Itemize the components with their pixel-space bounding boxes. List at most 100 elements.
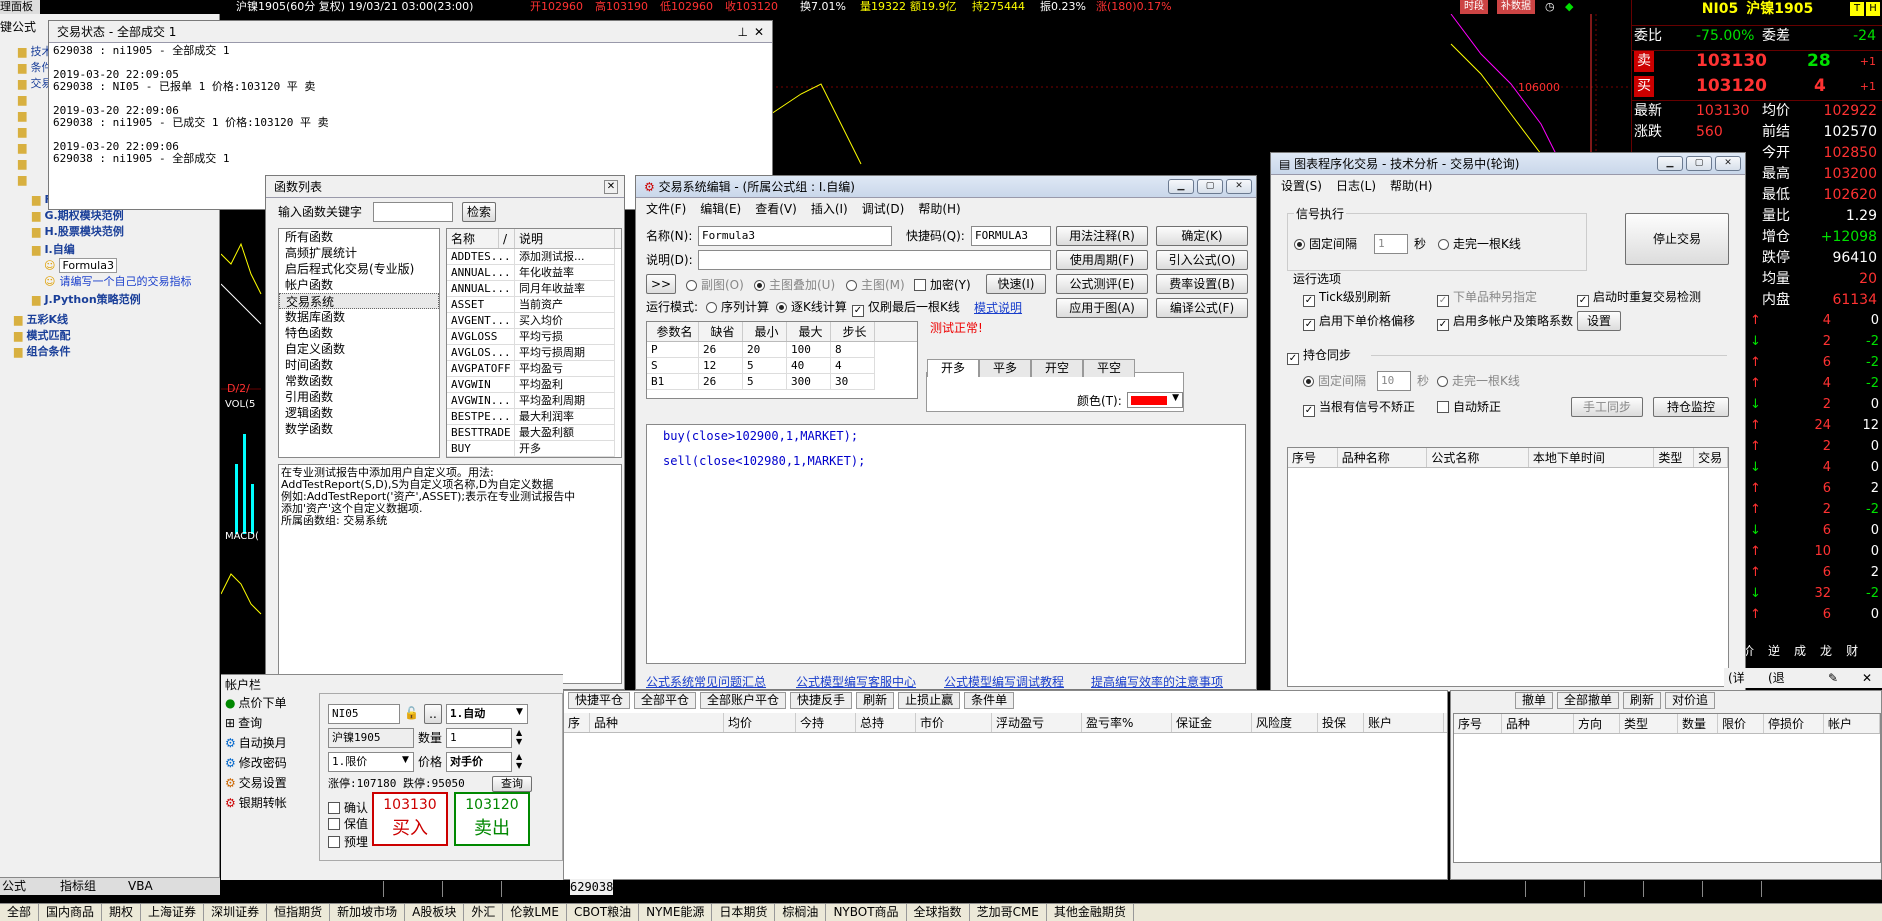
market-tab[interactable]: 深圳证券 (204, 904, 268, 921)
editor-action-button[interactable]: 确定(K) (1156, 226, 1248, 246)
signal-tab[interactable]: 开多 (927, 359, 979, 377)
position-col-header[interactable]: 均价 (724, 713, 796, 732)
search-button[interactable]: 检索 (462, 202, 496, 222)
position-toolbar-button[interactable]: 快捷平仓 (568, 692, 631, 709)
close-button[interactable]: ✕ (1226, 179, 1252, 194)
param-cell[interactable]: P (647, 342, 699, 358)
price-stepper[interactable]: ▲ ▼ (516, 752, 522, 770)
function-category[interactable]: 所有函数 (279, 229, 439, 245)
position-col-header[interactable]: 品种 (590, 713, 724, 732)
position-toolbar-button[interactable]: 止损止赢 (898, 692, 961, 709)
repeat-check-checkbox[interactable]: ✓ 启动时重复交易检测 (1577, 289, 1701, 307)
interval-input-2[interactable]: 10 (1377, 371, 1411, 391)
position-toolbar-button[interactable]: 全部账户平仓 (700, 692, 787, 709)
tree-item[interactable]: ▆ (18, 156, 30, 172)
tree-item[interactable]: ☺ 请编写一个自己的交易指标 (44, 274, 191, 290)
tree-item[interactable]: ▆ (18, 108, 30, 124)
auto-adjust-checkbox[interactable]: 自动矫正 (1437, 399, 1501, 415)
pending-toolbar-button[interactable]: 刷新 (1623, 692, 1662, 709)
market-tab[interactable]: 期权 (102, 904, 142, 921)
param-cell[interactable]: 8 (831, 342, 875, 358)
function-row[interactable]: AVGPATOFF 平均盈亏 (447, 361, 621, 377)
order-tab[interactable]: 三键下单 (443, 881, 503, 897)
program-order-table[interactable]: 序号 品种名称 公式名称 本地下单时间 类型 交易 (1287, 447, 1729, 687)
program-col-header[interactable]: 公式名称 (1427, 448, 1529, 467)
function-category[interactable]: 特色函数 (279, 325, 439, 341)
param-cell[interactable]: 5 (743, 358, 787, 374)
col-sort[interactable]: / (499, 229, 515, 248)
qty-input[interactable]: 1 (446, 728, 512, 748)
signal-tab[interactable]: 平空 (1083, 359, 1135, 377)
stop-trading-button[interactable]: 停止交易 (1625, 213, 1729, 265)
position-col-header[interactable]: 序 (564, 713, 590, 732)
function-category[interactable]: 数学函数 (279, 421, 439, 437)
help-link[interactable]: 提高编写效率的注意事项 (1091, 673, 1223, 690)
formula-desc-input[interactable] (698, 250, 1051, 270)
order-menu-item[interactable]: ⚙ 自动换月 (225, 733, 325, 753)
market-tab[interactable]: NYBOT商品 (826, 904, 907, 921)
tree-item[interactable]: ▆ 模式匹配 (14, 328, 70, 344)
tree-item[interactable]: ▆ (18, 124, 30, 140)
param-table[interactable]: 参数名 缺省 最小 最大 步长 P 26 20 100 8 S 12 5 40 4 B1 26 5 300 30 (646, 321, 918, 399)
param-cell[interactable]: 40 (787, 358, 831, 374)
position-sync-checkbox[interactable]: ✓ 持仓同步 (1287, 347, 1351, 365)
close-icon[interactable]: ✕ (754, 21, 764, 42)
pending-tab[interactable]: 成交明细 (1526, 881, 1586, 897)
radio-sequence[interactable]: 序列计算 (706, 299, 769, 315)
signal-tab[interactable]: 开空 (1031, 359, 1083, 377)
param-cell[interactable]: 26 (699, 342, 743, 358)
manual-sync-button[interactable]: 手工同步 (1571, 397, 1643, 417)
position-toolbar-button[interactable]: 条件单 (964, 692, 1015, 709)
position-col-header[interactable]: 市价 (916, 713, 992, 732)
function-row[interactable]: ANNUAL... 同月年收益率 (447, 281, 621, 297)
close-icon[interactable]: ✕ (1862, 668, 1872, 688)
function-row[interactable]: BUY 开多 (447, 441, 621, 457)
function-category[interactable]: 自定义函数 (279, 341, 439, 357)
function-category-list[interactable]: 所有函数 高频扩展统计 启后程式化交易(专业版) 帐户函数 交易系统 数据库函数 特色函数自… (278, 228, 440, 458)
program-col-header[interactable]: 交易 (1694, 448, 1728, 467)
param-cell[interactable]: 20 (743, 342, 787, 358)
pending-col-header[interactable]: 限价 (1718, 714, 1764, 733)
param-cell[interactable]: 4 (831, 358, 875, 374)
editor-action-button[interactable]: 应用于图(A) (1056, 298, 1148, 318)
param-col-header[interactable]: 最小 (743, 322, 787, 341)
editor-action-button[interactable]: 公式测评(E) (1056, 274, 1148, 294)
function-row[interactable]: AVGENT... 买入均价 (447, 313, 621, 329)
maximize-button[interactable]: ▢ (1197, 179, 1223, 194)
order-menu-item[interactable]: ⚙ 交易设置 (225, 773, 325, 793)
pending-tab[interactable]: 未成交委托 (1455, 881, 1527, 897)
market-tab[interactable]: 伦敦LME (503, 904, 567, 921)
menu-item[interactable]: 插入(I) (811, 202, 848, 216)
program-col-header[interactable]: 本地下单时间 (1529, 448, 1655, 467)
function-row[interactable]: BESTPE... 最大利润率 (447, 409, 621, 425)
market-tab[interactable]: CBOT粮油 (567, 904, 640, 921)
quote-icon-h[interactable]: H (1866, 2, 1880, 16)
function-row[interactable]: ADDTES... 添加测试报... (447, 249, 621, 265)
menu-item[interactable]: 查看(V) (755, 202, 797, 216)
fast-button[interactable]: 快速(I) (986, 274, 1046, 294)
help-link[interactable]: 公式模型编写客服中心 (796, 673, 916, 690)
formula-name-input[interactable]: Formula3 (698, 226, 892, 246)
other-product-checkbox[interactable]: ✓ 下单品种另指定 (1437, 289, 1537, 307)
multi-account-checkbox[interactable]: ✓ 启用多帐户及策略系数 (1437, 313, 1573, 331)
pending-col-header[interactable]: 序号 (1454, 714, 1502, 733)
quote-icon-t[interactable]: T (1850, 2, 1864, 16)
function-row[interactable]: BESTTRADE 最大盈利额 (447, 425, 621, 441)
diamond-icon[interactable]: ◆ (1565, 0, 1573, 14)
tree-item[interactable]: ☺ Formula3 (44, 258, 117, 274)
encrypt-checkbox[interactable]: 加密(Y) (914, 277, 971, 293)
close-icon[interactable]: ✕ (604, 180, 618, 194)
market-tab[interactable]: 国内商品 (39, 904, 103, 921)
order-tab[interactable]: 普通下单 (325, 881, 385, 897)
function-category[interactable]: 高频扩展统计 (279, 245, 439, 261)
param-col-header[interactable]: 参数名 (647, 322, 699, 341)
market-tab[interactable]: 芝加哥CME (970, 904, 1047, 921)
hedge-checkbox[interactable]: 保值 (328, 816, 368, 832)
program-col-header[interactable]: 序号 (1288, 448, 1338, 467)
function-table[interactable]: 名称 / 说明 ADDTES... 添加测试报... ANNUAL... 年化收益率 ANN… (446, 228, 622, 458)
editor-action-button[interactable]: 编译公式(F) (1156, 298, 1248, 318)
pending-toolbar-button[interactable]: 撤单 (1515, 692, 1554, 709)
function-row[interactable]: AVGLOSS 平均亏损 (447, 329, 621, 345)
menu-item[interactable]: 调试(D) (862, 202, 905, 216)
browse-button[interactable]: .. (424, 704, 442, 724)
